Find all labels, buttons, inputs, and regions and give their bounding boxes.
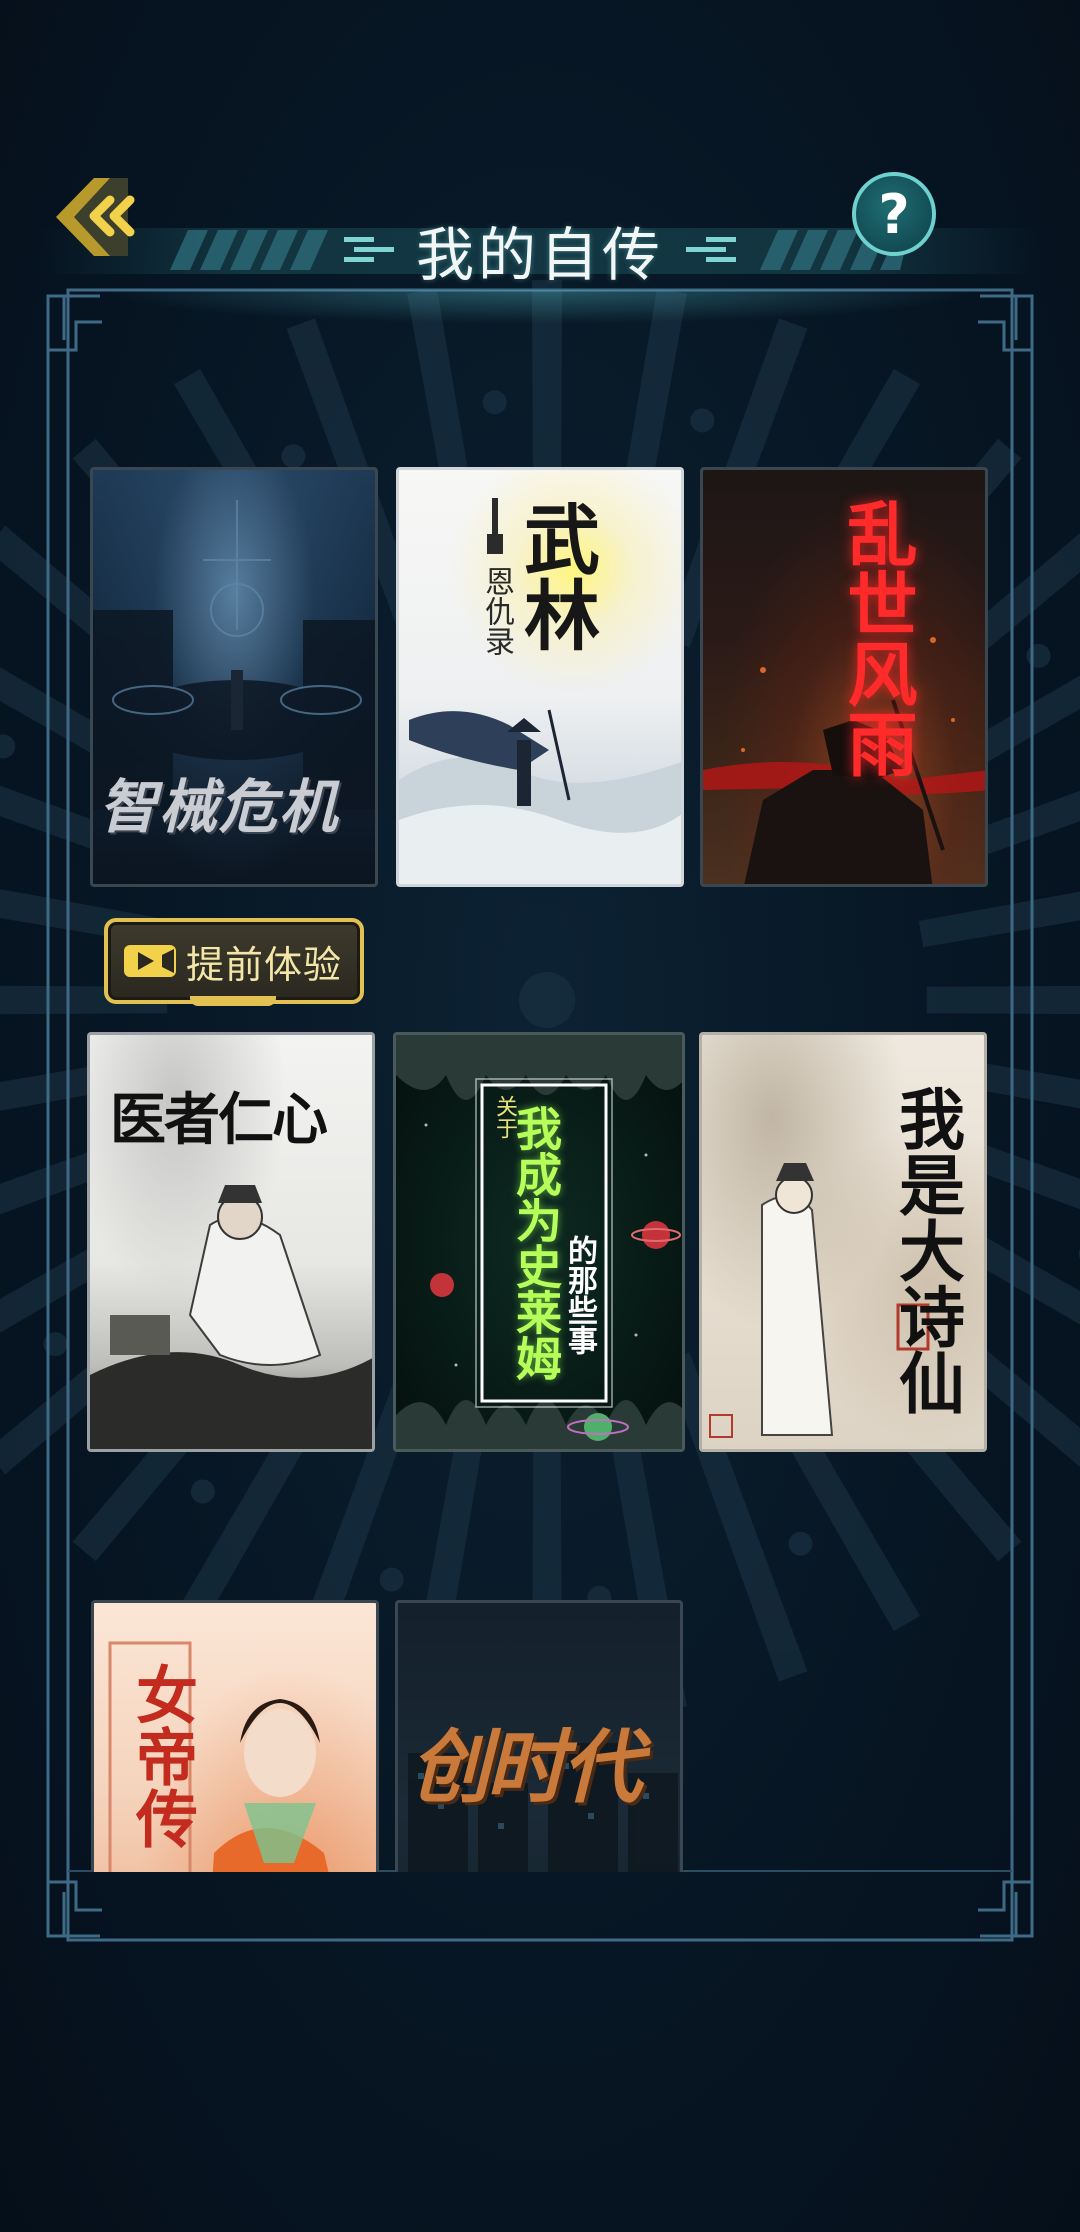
story-card-6[interactable]: 我是大诗仙 [699,1032,987,1452]
video-camera-icon [124,945,176,977]
story-card-2[interactable]: 武林 恩仇录 [396,467,684,887]
title-deco-right [686,237,736,262]
background-dot [379,1567,404,1592]
story-title-suffix: 的那些事 [562,1235,597,1355]
story-row-clipped: 女帝传 创时代 [0,1600,1080,1872]
page-title: 我的自传 [415,221,664,289]
story-card-3[interactable]: 乱世风雨 [700,467,988,887]
story-title-main: 武林 [511,500,600,652]
title-glow [100,290,980,324]
background-dot [281,444,306,469]
story-title: 我是大诗仙 [888,1085,966,1415]
story-title-main: 我成为史莱姆 [509,1105,563,1381]
background-dot [1026,643,1051,668]
story-card-4[interactable]: 医者仁心 [87,1032,375,1452]
background-dot [43,1332,68,1357]
title-bar: 我的自传 [0,210,1080,290]
preview-tab [190,996,276,1006]
story-card-8[interactable]: 创时代 [395,1600,683,1872]
preview-label: 提前体验 [186,942,343,987]
background-dot [0,734,16,759]
story-card-5[interactable]: 关于 我成为史莱姆 的那些事 [393,1032,685,1452]
story-title: 乱世风雨 [836,498,919,778]
background-dot [482,390,507,415]
story-title-sub: 恩仇录 [479,566,514,656]
story-title: 创时代 [410,1720,642,1814]
background-dot [190,1479,215,1504]
story-title: 女帝传 [125,1663,198,1849]
background-ray [926,985,1080,1015]
story-card-1[interactable]: 智械危机 [90,467,378,887]
background-dot [788,1531,813,1556]
story-card-7[interactable]: 女帝传 [91,1600,379,1872]
background-dot [690,408,715,433]
story-title: 智械危机 [99,773,340,841]
preview-button[interactable]: 提前体验 [104,918,364,1004]
story-title: 医者仁心 [110,1087,328,1153]
title-deco-left [343,237,394,262]
